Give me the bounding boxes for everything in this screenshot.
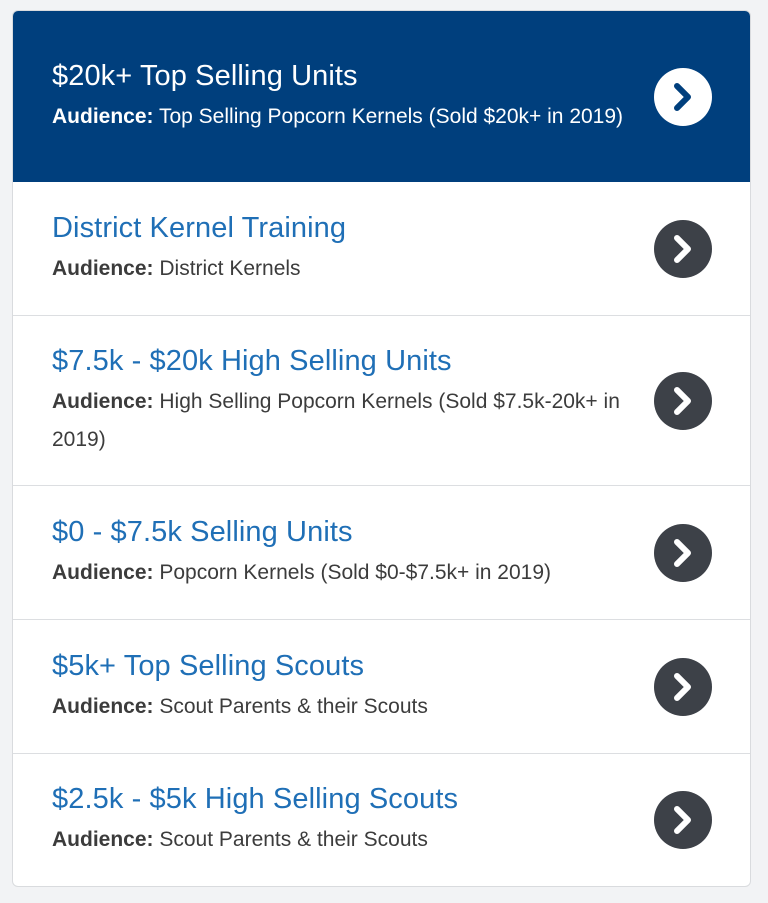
item-title: $2.5k - $5k High Selling Scouts — [52, 783, 459, 815]
list-item-7-5k-20k-high-selling-units[interactable]: $7.5k - $20k High Selling Units Audience… — [13, 316, 750, 486]
item-audience: Audience: District Kernels — [52, 250, 630, 288]
item-title: District Kernel Training — [52, 211, 347, 244]
item-title: $5k+ Top Selling Scouts — [52, 649, 365, 682]
audience-value: Top Selling Popcorn Kernels (Sold $20k+ … — [158, 104, 624, 128]
list-item-0-7-5k-selling-units[interactable]: $0 - $7.5k Selling Units Audience: Popco… — [13, 486, 750, 620]
course-list: $20k+ Top Selling Units Audience: Top Se… — [12, 10, 751, 887]
chevron-right-icon — [674, 82, 691, 111]
list-item-20k-top-selling-units[interactable]: $20k+ Top Selling Units Audience: Top Se… — [13, 11, 750, 182]
item-audience: Audience: Scout Parents & their Scouts — [52, 688, 630, 726]
item-title: $20k+ Top Selling Units — [52, 59, 358, 92]
chevron-right-icon — [674, 672, 691, 701]
item-audience: Audience: Top Selling Popcorn Kernels (S… — [52, 98, 630, 136]
audience-label: Audience: — [52, 256, 154, 280]
open-item-button[interactable] — [654, 371, 712, 430]
open-item-button[interactable] — [654, 67, 712, 126]
audience-label: Audience: — [52, 104, 154, 128]
open-item-button[interactable] — [654, 219, 712, 278]
open-item-button[interactable] — [654, 791, 712, 849]
list-item-2-5k-5k-high-selling-scouts[interactable]: $2.5k - $5k High Selling Scouts Audience… — [13, 754, 750, 886]
chevron-right-icon — [674, 234, 691, 263]
item-audience: Audience: Scout Parents & their Scouts — [52, 821, 630, 859]
item-title: $7.5k - $20k High Selling Units — [52, 344, 452, 377]
open-item-button[interactable] — [654, 657, 712, 716]
list-item-district-kernel-training[interactable]: District Kernel Training Audience: Distr… — [13, 182, 750, 316]
audience-label: Audience: — [52, 694, 154, 718]
open-item-button[interactable] — [654, 523, 712, 582]
item-audience: Audience: High Selling Popcorn Kernels (… — [52, 383, 630, 459]
audience-label: Audience: — [52, 389, 154, 413]
audience-value: Scout Parents & their Scouts — [159, 694, 428, 718]
list-item-5k-top-selling-scouts[interactable]: $5k+ Top Selling Scouts Audience: Scout … — [13, 620, 750, 754]
chevron-right-icon — [674, 538, 691, 567]
audience-label: Audience: — [52, 828, 154, 851]
audience-label: Audience: — [52, 560, 154, 584]
audience-value: Popcorn Kernels (Sold $0-$7.5k+ in 2019) — [159, 560, 552, 584]
item-title: $0 - $7.5k Selling Units — [52, 515, 353, 548]
chevron-right-icon — [674, 806, 691, 834]
audience-value: Scout Parents & their Scouts — [159, 828, 428, 851]
audience-value: District Kernels — [159, 256, 301, 280]
chevron-right-icon — [674, 386, 691, 415]
item-audience: Audience: Popcorn Kernels (Sold $0-$7.5k… — [52, 554, 630, 592]
